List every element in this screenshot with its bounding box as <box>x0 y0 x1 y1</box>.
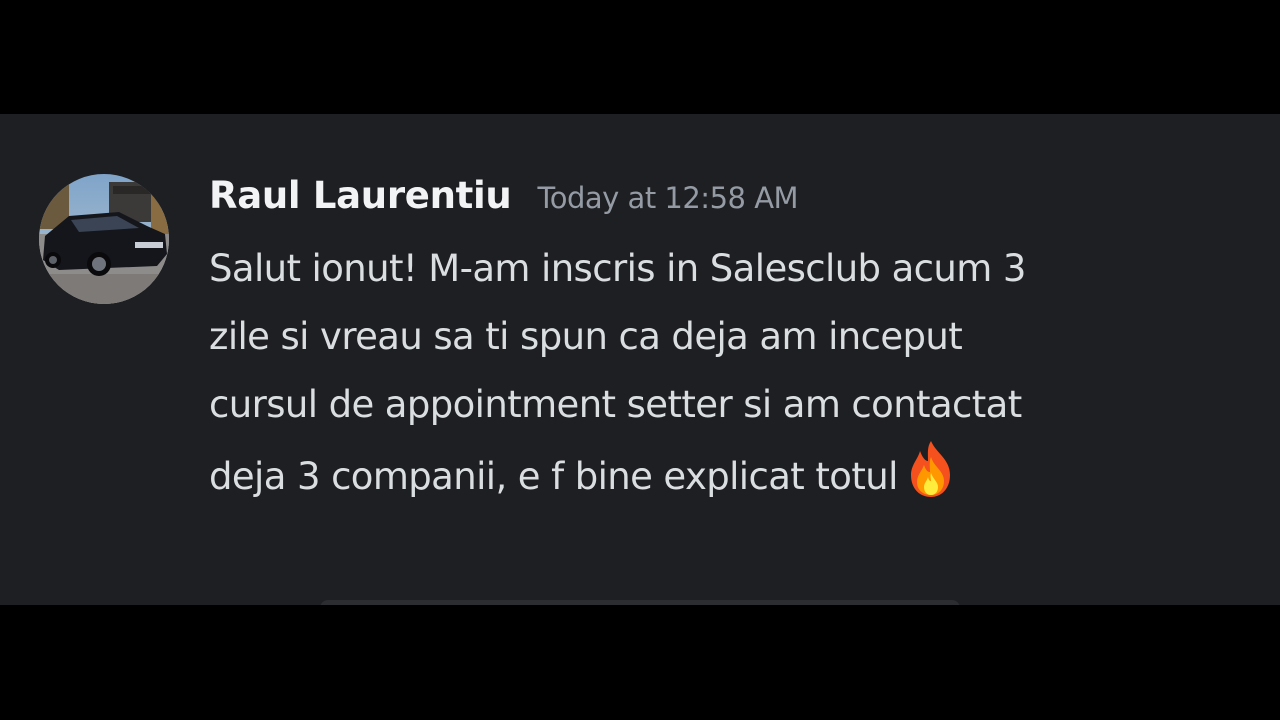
fire-icon <box>906 439 956 521</box>
author-name[interactable]: Raul Laurentiu <box>209 174 512 217</box>
message-line-2: zile si vreau sa ti spun ca deja am ince… <box>209 315 963 358</box>
chat-message: Raul Laurentiu Today at 12:58 AM Salut io… <box>0 114 1280 605</box>
message-line-1: Salut ionut! M-am inscris in Salesclub a… <box>209 247 1026 290</box>
letterbox-bottom <box>0 605 1280 720</box>
message-line-4: deja 3 companii, e f bine explicat totul <box>209 439 1244 507</box>
message-line-4-text: deja 3 companii, e f bine explicat totul <box>209 455 898 498</box>
message-text: Salut ionut! M-am inscris in Salesclub a… <box>209 235 1244 507</box>
avatar-car-photo <box>39 174 169 304</box>
message-line-3: cursul de appointment setter si am conta… <box>209 383 1022 426</box>
message-timestamp: Today at 12:58 AM <box>537 181 799 215</box>
letterbox-top <box>0 0 1280 114</box>
message-header: Raul Laurentiu Today at 12:58 AM <box>209 174 799 228</box>
avatar[interactable] <box>39 174 169 304</box>
